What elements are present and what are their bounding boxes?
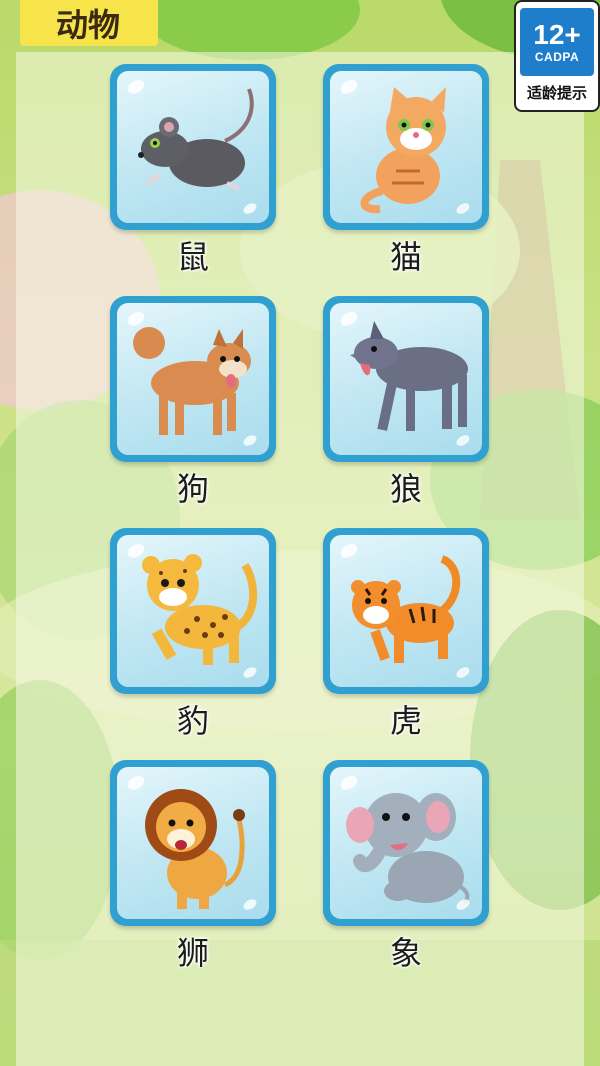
animal-card-cat[interactable] [323, 64, 489, 230]
animal-card-leopard[interactable] [110, 528, 276, 694]
animal-label-cat: 猫 [389, 238, 422, 276]
animal-card-lion[interactable] [110, 760, 276, 926]
mouse-icon [138, 88, 254, 191]
leopard-icon [142, 554, 258, 665]
animal-card-elephant[interactable] [323, 760, 489, 926]
page-title: 动物 [20, 0, 158, 46]
animal-label-wolf: 狼 [389, 470, 422, 508]
animal-label-elephant: 象 [389, 934, 422, 972]
lion-icon [145, 789, 245, 909]
animal-card-mouse[interactable] [110, 64, 276, 230]
age-rating: 12+ [533, 19, 581, 50]
tiger-icon [351, 555, 461, 663]
animal-label-leopard: 豹 [176, 702, 209, 740]
content-panel [16, 52, 584, 1066]
age-rating-badge: 12+ CADPA 适龄提示 [514, 0, 600, 112]
animal-card-wolf[interactable] [323, 296, 489, 462]
animal-card-dog[interactable] [110, 296, 276, 462]
cat-icon [360, 87, 446, 214]
animal-card-tiger[interactable] [323, 528, 489, 694]
age-rating-box: 12+ CADPA [520, 8, 594, 76]
animal-label-dog: 狗 [176, 470, 209, 508]
animal-label-mouse: 鼠 [176, 238, 209, 276]
rating-org: CADPA [534, 50, 580, 64]
dog-icon [133, 327, 251, 435]
animal-label-lion: 狮 [176, 934, 209, 972]
wolf-icon [350, 321, 468, 431]
animal-label-tiger: 虎 [389, 702, 422, 740]
elephant-icon [346, 793, 470, 905]
age-hint-text: 适龄提示 [526, 84, 587, 102]
